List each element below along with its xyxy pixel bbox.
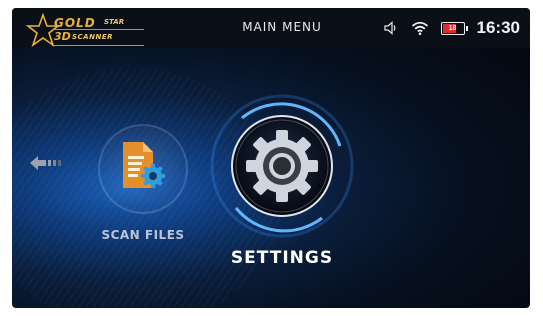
page-title: MAIN MENU <box>242 20 322 34</box>
battery-indicator: 18 <box>440 21 468 35</box>
speaker-icon[interactable] <box>383 20 399 36</box>
menu-item-settings[interactable]: SETTINGS <box>202 88 362 288</box>
top-bar: GOLD STAR 3D SCANNER MAIN MENU 18 16:30 <box>12 8 530 48</box>
settings-ring <box>210 94 354 238</box>
logo-3d-text: 3D <box>54 30 71 43</box>
logo-scanner-text: SCANNER <box>72 33 113 41</box>
clock-time: 16:30 <box>476 18 520 37</box>
back-arrow-icon[interactable] <box>28 152 62 174</box>
main-menu: SCAN FILES SETTINGS <box>12 48 530 308</box>
document-gear-icon <box>123 142 165 188</box>
scan-files-label: SCAN FILES <box>101 228 185 242</box>
menu-item-scan-files[interactable]: SCAN FILES <box>82 124 192 254</box>
logo-gold-text: GOLD <box>54 16 96 30</box>
settings-label: SETTINGS <box>230 248 334 268</box>
device-screen: GOLD STAR 3D SCANNER MAIN MENU 18 16:30 … <box>12 8 530 308</box>
wifi-icon[interactable] <box>411 20 429 36</box>
status-bar: 18 16:30 <box>383 17 520 39</box>
battery-level-text: 18 <box>448 24 457 32</box>
logo-star-text: STAR <box>104 18 125 26</box>
brand-logo: GOLD STAR 3D SCANNER <box>26 13 146 47</box>
logo-underline <box>52 45 144 46</box>
